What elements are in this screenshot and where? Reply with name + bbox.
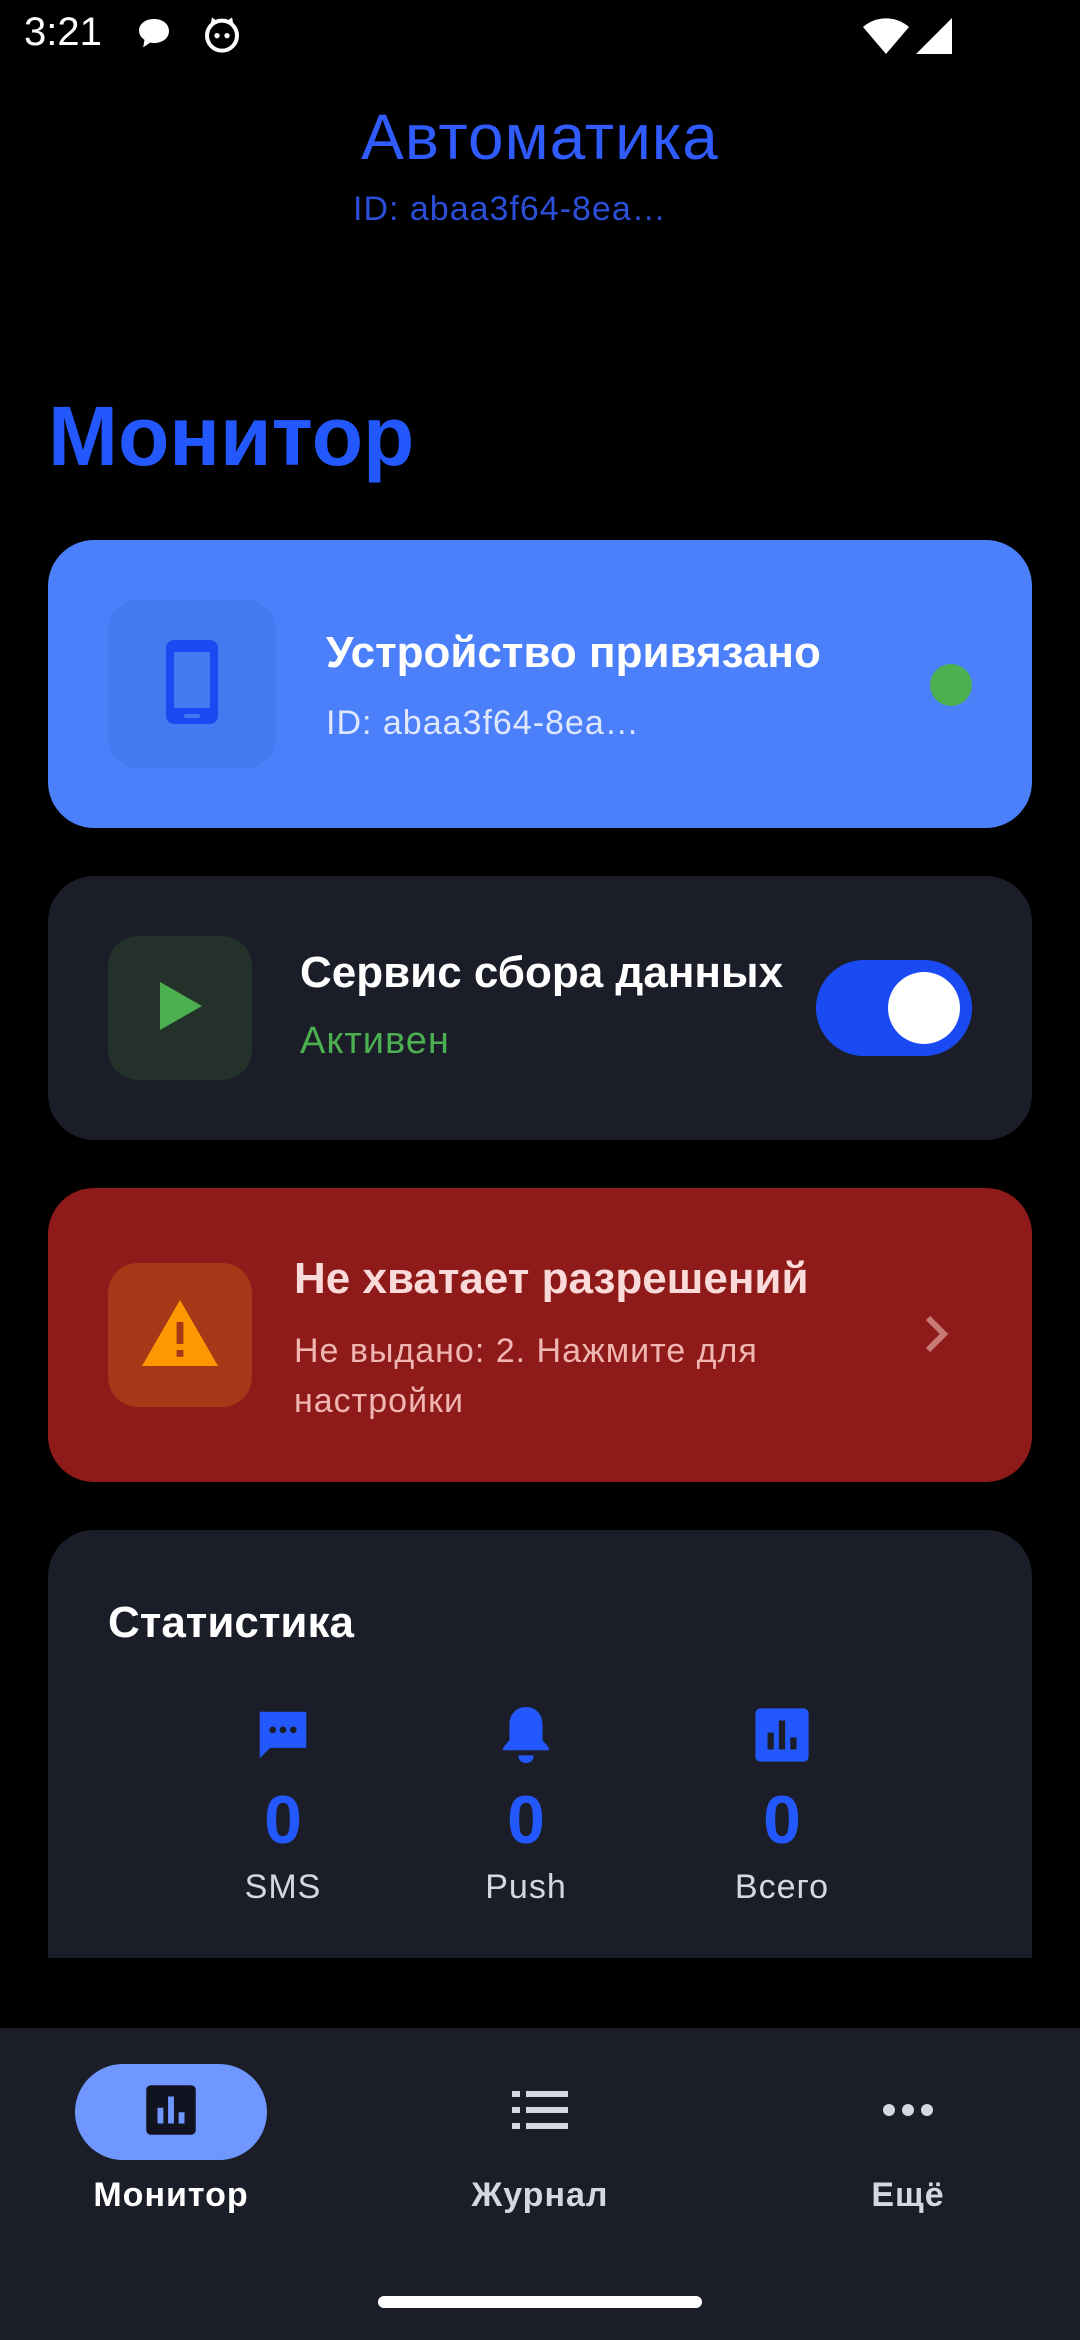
chat-bubble-icon xyxy=(134,14,174,59)
page-title: Монитор xyxy=(48,389,415,483)
device-id: ID: abaa3f64-8ea… xyxy=(326,704,640,742)
stat-total-label: Всего xyxy=(734,1868,830,1906)
home-indicator[interactable] xyxy=(378,2296,702,2308)
stat-push-value: 0 xyxy=(507,1782,545,1858)
permissions-card[interactable]: Не хватает разрешений Не выдано: 2. Нажм… xyxy=(48,1188,1032,1482)
service-tile xyxy=(108,936,252,1080)
play-icon xyxy=(156,980,204,1037)
stat-total-value: 0 xyxy=(763,1782,801,1858)
nav-pill-monitor xyxy=(75,2064,267,2160)
status-indicator xyxy=(930,664,972,706)
nav-item-journal[interactable]: Журнал xyxy=(410,2064,670,2215)
device-tile xyxy=(108,600,276,768)
signal-icon xyxy=(914,16,954,61)
message-icon xyxy=(173,1700,393,1770)
more-horizontal-icon xyxy=(882,2103,934,2122)
service-toggle[interactable] xyxy=(816,960,972,1056)
app-title: Автоматика xyxy=(361,101,719,173)
nav-item-more[interactable]: Ещё xyxy=(778,2064,1038,2215)
wifi-icon xyxy=(862,16,910,61)
nav-label-monitor: Монитор xyxy=(93,2176,249,2214)
stat-sms: 0 SMS xyxy=(173,1700,393,1907)
nav-label-more: Ещё xyxy=(871,2176,945,2214)
stats-card: Статистика 0 SMS 0 Push 0 Всего xyxy=(48,1530,1032,1958)
nav-label-journal: Журнал xyxy=(471,2176,609,2214)
nav-pill-more xyxy=(812,2064,1004,2160)
phone-icon xyxy=(162,636,222,733)
bottom-nav: Монитор Журнал Ещё xyxy=(0,2028,1080,2340)
permissions-tile xyxy=(108,1263,252,1407)
bar-chart-icon xyxy=(672,1700,892,1770)
warning-icon xyxy=(140,1298,220,1373)
screen: 3:21 Автоматика ID: abaa3f64-8ea… Монито… xyxy=(0,0,1080,2340)
stat-push-label: Push xyxy=(485,1868,567,1906)
permissions-description: Не выдано: 2. Нажмите для настройки xyxy=(294,1332,758,1420)
stat-push: 0 Push xyxy=(416,1700,636,1907)
stat-sms-label: SMS xyxy=(244,1868,322,1906)
permissions-title: Не хватает разрешений xyxy=(294,1254,809,1303)
chevron-right-icon xyxy=(920,1312,952,1361)
stats-title: Статистика xyxy=(108,1598,354,1647)
stat-sms-value: 0 xyxy=(264,1782,302,1858)
nav-item-monitor[interactable]: Монитор xyxy=(41,2064,301,2215)
service-card: Сервис сбора данных Активен xyxy=(48,876,1032,1140)
cat-icon xyxy=(202,14,242,59)
stat-total: 0 Всего xyxy=(672,1700,892,1907)
toggle-knob xyxy=(888,972,960,1044)
bar-chart-icon xyxy=(144,2083,198,2142)
nav-pill-journal xyxy=(444,2064,636,2160)
service-status: Активен xyxy=(300,1020,450,1062)
status-bar: 3:21 xyxy=(0,0,1080,72)
list-icon xyxy=(512,2089,568,2136)
app-subtitle: ID: abaa3f64-8ea… xyxy=(353,190,667,228)
status-time: 3:21 xyxy=(24,10,102,54)
bell-icon xyxy=(416,1700,636,1770)
service-title: Сервис сбора данных xyxy=(300,948,784,997)
device-card[interactable]: Устройство привязано ID: abaa3f64-8ea… xyxy=(48,540,1032,828)
device-title: Устройство привязано xyxy=(326,628,821,677)
